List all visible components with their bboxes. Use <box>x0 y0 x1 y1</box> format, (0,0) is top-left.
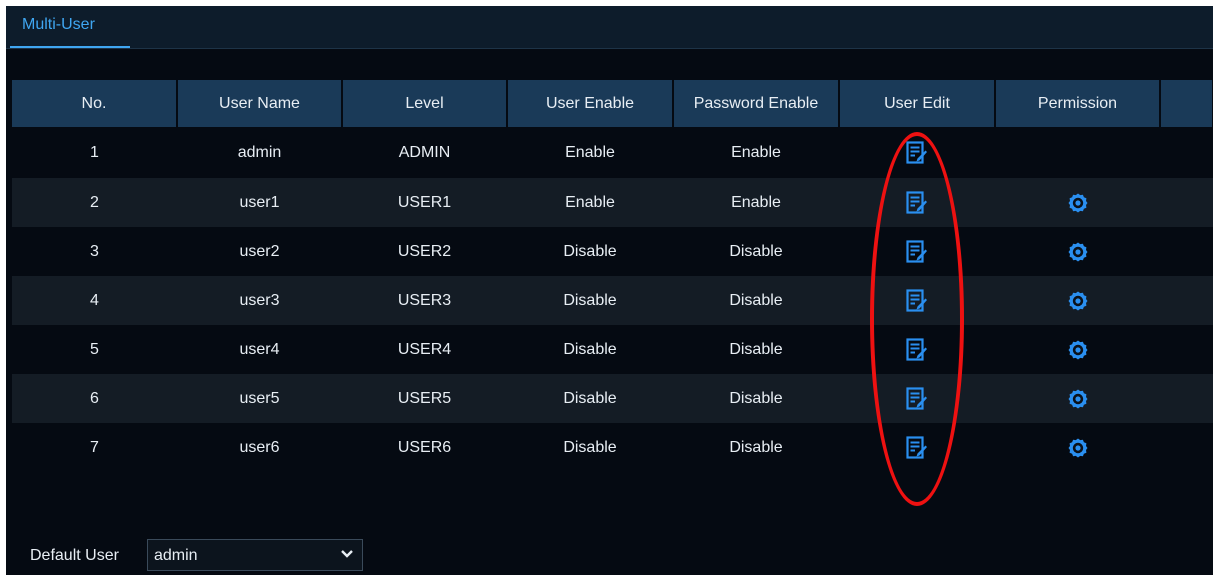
table-row: 5 user4 USER4 Disable Disable <box>12 325 1213 374</box>
cell-extra <box>1160 178 1213 227</box>
cell-extra <box>1160 227 1213 276</box>
default-user-select[interactable]: admin <box>147 539 363 571</box>
edit-icon[interactable] <box>906 337 928 362</box>
user-table: No. User Name Level User Enable Password… <box>12 80 1213 472</box>
cell-user-edit <box>839 276 995 325</box>
table-row: 7 user6 USER6 Disable Disable <box>12 423 1213 472</box>
cell-user-name: user2 <box>177 227 342 276</box>
cell-permission <box>995 127 1160 178</box>
edit-icon[interactable] <box>906 386 928 411</box>
edit-icon[interactable] <box>906 140 928 165</box>
gear-icon[interactable] <box>1067 290 1089 312</box>
cell-permission <box>995 423 1160 472</box>
cell-password-enable: Disable <box>673 423 839 472</box>
edit-icon[interactable] <box>906 239 928 264</box>
cell-user-edit <box>839 325 995 374</box>
cell-extra <box>1160 325 1213 374</box>
column-header-password-enable: Password Enable <box>673 80 840 127</box>
table-row: 2 user1 USER1 Enable Enable <box>12 178 1213 227</box>
cell-no: 3 <box>12 227 177 276</box>
cell-user-enable: Enable <box>507 178 673 227</box>
cell-no: 5 <box>12 325 177 374</box>
column-header-user-name: User Name <box>177 80 343 127</box>
cell-user-edit <box>839 423 995 472</box>
cell-no: 1 <box>12 127 177 178</box>
cell-password-enable: Enable <box>673 127 839 178</box>
cell-permission <box>995 178 1160 227</box>
cell-level: USER2 <box>342 227 507 276</box>
table-row: 3 user2 USER2 Disable Disable <box>12 227 1213 276</box>
cell-level: USER5 <box>342 374 507 423</box>
tab-bar: Multi-User <box>6 6 1213 49</box>
column-header-user-enable: User Enable <box>507 80 674 127</box>
cell-level: USER1 <box>342 178 507 227</box>
cell-user-name: user4 <box>177 325 342 374</box>
cell-extra <box>1160 127 1213 178</box>
gear-icon[interactable] <box>1067 241 1089 263</box>
table-row: 6 user5 USER5 Disable Disable <box>12 374 1213 423</box>
column-header-user-edit: User Edit <box>839 80 996 127</box>
gear-icon[interactable] <box>1067 388 1089 410</box>
cell-permission <box>995 227 1160 276</box>
cell-no: 4 <box>12 276 177 325</box>
cell-user-name: user3 <box>177 276 342 325</box>
cell-user-name: user5 <box>177 374 342 423</box>
gear-icon[interactable] <box>1067 437 1089 459</box>
column-header-extra <box>1160 80 1213 127</box>
column-header-permission: Permission <box>995 80 1161 127</box>
table-row: 4 user3 USER3 Disable Disable <box>12 276 1213 325</box>
cell-extra <box>1160 276 1213 325</box>
cell-password-enable: Disable <box>673 374 839 423</box>
chevron-down-icon <box>340 549 354 559</box>
default-user-select-value: admin <box>154 547 198 564</box>
cell-extra <box>1160 374 1213 423</box>
column-header-level: Level <box>342 80 508 127</box>
table-header-row: No. User Name Level User Enable Password… <box>12 80 1213 127</box>
cell-user-name: user1 <box>177 178 342 227</box>
multi-user-screen: Multi-User No. User Name Level User Enab… <box>6 6 1213 575</box>
cell-user-enable: Disable <box>507 374 673 423</box>
gear-icon[interactable] <box>1067 339 1089 361</box>
cell-extra <box>1160 423 1213 472</box>
edit-icon[interactable] <box>906 288 928 313</box>
cell-level: USER6 <box>342 423 507 472</box>
edit-icon[interactable] <box>906 190 928 215</box>
user-table-body: 1 admin ADMIN Enable Enable 2 user1 USER… <box>12 127 1213 472</box>
gear-icon[interactable] <box>1067 192 1089 214</box>
default-user-label: Default User <box>30 547 119 564</box>
tab-multi-user[interactable]: Multi-User <box>10 6 130 48</box>
cell-permission <box>995 325 1160 374</box>
cell-password-enable: Disable <box>673 325 839 374</box>
cell-no: 2 <box>12 178 177 227</box>
cell-user-edit <box>839 178 995 227</box>
cell-user-enable: Disable <box>507 227 673 276</box>
edit-icon[interactable] <box>906 435 928 460</box>
cell-user-enable: Disable <box>507 423 673 472</box>
cell-user-name: admin <box>177 127 342 178</box>
cell-level: USER4 <box>342 325 507 374</box>
cell-permission <box>995 276 1160 325</box>
cell-user-name: user6 <box>177 423 342 472</box>
column-header-no: No. <box>12 80 178 127</box>
cell-level: ADMIN <box>342 127 507 178</box>
cell-user-enable: Enable <box>507 127 673 178</box>
cell-user-edit <box>839 374 995 423</box>
cell-password-enable: Disable <box>673 276 839 325</box>
cell-password-enable: Enable <box>673 178 839 227</box>
cell-level: USER3 <box>342 276 507 325</box>
cell-user-enable: Disable <box>507 325 673 374</box>
cell-user-enable: Disable <box>507 276 673 325</box>
cell-no: 6 <box>12 374 177 423</box>
cell-user-edit <box>839 127 995 178</box>
cell-permission <box>995 374 1160 423</box>
tab-label: Multi-User <box>22 16 95 33</box>
cell-password-enable: Disable <box>673 227 839 276</box>
active-tab-indicator <box>10 46 130 48</box>
cell-user-edit <box>839 227 995 276</box>
table-row: 1 admin ADMIN Enable Enable <box>12 127 1213 178</box>
cell-no: 7 <box>12 423 177 472</box>
